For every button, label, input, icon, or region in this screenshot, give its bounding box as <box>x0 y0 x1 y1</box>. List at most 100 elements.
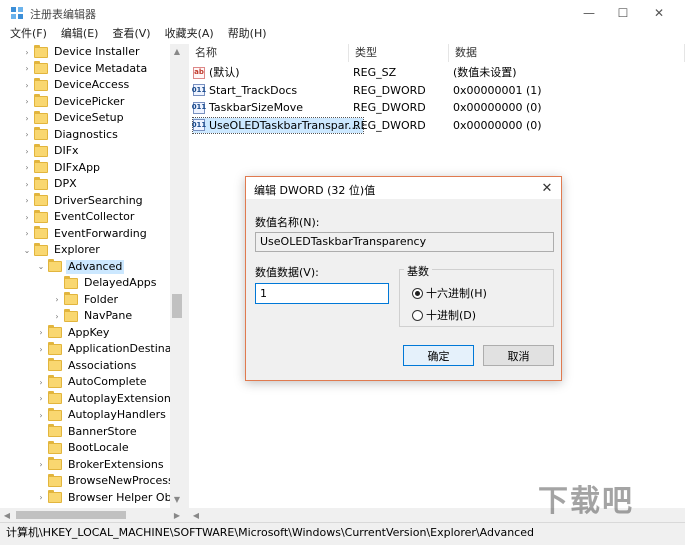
tree-vertical-scrollbar[interactable]: ▲ ▼ <box>170 44 184 508</box>
value-name-cell[interactable]: 011 TaskbarSizeMove <box>192 100 303 115</box>
menu-view[interactable]: 查看(V) <box>112 26 150 44</box>
chevron-right-icon[interactable]: › <box>22 46 32 58</box>
tree-item[interactable]: › EventCollector <box>0 209 172 226</box>
dword-value-icon: 011 <box>192 119 206 131</box>
chevron-right-icon[interactable]: › <box>22 211 32 223</box>
chevron-right-icon[interactable]: › <box>22 162 32 174</box>
chevron-right-icon[interactable] <box>36 426 46 438</box>
tree-hscroll-thumb[interactable] <box>16 511 126 519</box>
tree-item[interactable]: › Folder <box>0 292 172 309</box>
value-row[interactable]: 011 UseOLEDTaskbarTranspar... REG_DWORD 0x0… <box>189 116 685 134</box>
tree-horizontal-scrollbar[interactable]: ◀ ▶ <box>0 508 184 522</box>
tree-item[interactable]: › AutoComplete <box>0 374 172 391</box>
tree-item[interactable]: DelayedApps <box>0 275 172 292</box>
column-header-data[interactable]: 数据 <box>449 44 685 62</box>
ok-button[interactable]: 确定 <box>403 345 474 366</box>
chevron-right-icon[interactable]: › <box>36 376 46 388</box>
chevron-right-icon[interactable]: › <box>36 409 46 421</box>
tree-item[interactable]: › Device Installer <box>0 44 172 61</box>
chevron-right-icon[interactable]: › <box>22 112 32 124</box>
tree-item[interactable]: BannerStore <box>0 424 172 441</box>
value-row[interactable]: 011 TaskbarSizeMove REG_DWORD 0x00000000 (0… <box>189 99 685 116</box>
value-name-cell[interactable]: ab (默认) <box>193 65 240 80</box>
chevron-right-icon[interactable]: › <box>22 228 32 240</box>
tree-scroll-thumb[interactable] <box>172 294 182 318</box>
tree-item[interactable]: › NavPane <box>0 308 172 325</box>
chevron-right-icon[interactable]: › <box>36 459 46 471</box>
chevron-right-icon[interactable] <box>36 360 46 372</box>
tree-item[interactable]: ⌄ Advanced <box>0 259 172 276</box>
tree-item[interactable]: › EventForwarding <box>0 226 172 243</box>
tree-item[interactable]: › AppKey <box>0 325 172 342</box>
value-name-cell[interactable]: 011 Start_TrackDocs <box>192 83 297 98</box>
tree-item[interactable]: › AutoplayExtensions <box>0 391 177 408</box>
chevron-right-icon[interactable]: › <box>52 310 62 322</box>
tree-item[interactable]: › DeviceAccess <box>0 77 172 94</box>
chevron-right-icon[interactable]: › <box>22 63 32 75</box>
chevron-right-icon[interactable]: › <box>36 343 46 355</box>
value-type: REG_DWORD <box>353 101 426 114</box>
maximize-button[interactable]: ☐ <box>604 0 642 26</box>
radio-checked-icon[interactable] <box>412 287 423 299</box>
tree-item[interactable]: › DIFx <box>0 143 172 160</box>
close-button[interactable]: ✕ <box>640 0 678 26</box>
value-name-cell[interactable]: 011 UseOLEDTaskbarTranspar... <box>192 116 364 134</box>
radio-decimal[interactable]: 十进制(D) <box>412 307 476 323</box>
chevron-right-icon[interactable]: › <box>22 178 32 190</box>
column-header-name[interactable]: 名称 <box>189 44 349 62</box>
chevron-right-icon[interactable] <box>36 475 46 487</box>
value-row[interactable]: 011 Start_TrackDocs REG_DWORD 0x00000001 (1… <box>189 82 685 99</box>
scroll-left-arrow-icon[interactable]: ◀ <box>189 508 203 522</box>
tree-item[interactable]: ⌄ Explorer <box>0 242 172 259</box>
tree-item[interactable]: › Browser Helper Obje <box>0 490 181 507</box>
chevron-right-icon[interactable]: › <box>22 145 32 157</box>
folder-icon <box>64 292 78 306</box>
tree-item[interactable]: › DeviceSetup <box>0 110 172 127</box>
status-bar-path: 计算机\HKEY_LOCAL_MACHINE\SOFTWARE\Microsof… <box>0 522 685 545</box>
tree-item[interactable]: › Device Metadata <box>0 61 172 78</box>
minimize-button[interactable]: — <box>570 0 608 26</box>
menu-favorites[interactable]: 收藏夹(A) <box>165 26 214 44</box>
chevron-right-icon[interactable]: › <box>22 96 32 108</box>
tree-item[interactable]: › ApplicationDestination <box>0 341 184 358</box>
tree-item[interactable]: › DIFxApp <box>0 160 172 177</box>
tree-item[interactable]: › Diagnostics <box>0 127 172 144</box>
tree-item-label: BannerStore <box>68 424 137 438</box>
radio-hexadecimal[interactable]: 十六进制(H) <box>412 285 487 301</box>
menu-help[interactable]: 帮助(H) <box>228 26 267 44</box>
scroll-down-arrow-icon[interactable]: ▼ <box>170 492 184 506</box>
chevron-right-icon[interactable]: › <box>22 129 32 141</box>
scroll-right-arrow-icon[interactable]: ▶ <box>170 508 184 522</box>
chevron-down-icon[interactable]: ⌄ <box>36 261 46 273</box>
value-row[interactable]: ab (默认) REG_SZ (数值未设置) <box>189 64 685 81</box>
radio-unchecked-icon[interactable] <box>412 309 423 321</box>
tree-item[interactable]: › DevicePicker <box>0 94 172 111</box>
chevron-right-icon[interactable]: › <box>36 492 46 504</box>
cancel-button[interactable]: 取消 <box>483 345 554 366</box>
value-data-input[interactable] <box>255 283 389 304</box>
dialog-close-icon[interactable]: ✕ <box>539 180 555 196</box>
tree-item[interactable]: BootLocale <box>0 440 172 457</box>
tree-item[interactable]: Associations <box>0 358 172 375</box>
chevron-down-icon[interactable]: ⌄ <box>22 244 32 256</box>
tree-item[interactable]: › BrokerExtensions <box>0 457 172 474</box>
menu-file[interactable]: 文件(F) <box>10 26 47 44</box>
tree-item[interactable]: BrowseNewProcess <box>0 473 174 490</box>
tree-item[interactable]: › DriverSearching <box>0 193 172 210</box>
value-type: REG_DWORD <box>353 118 426 132</box>
tree-item[interactable]: › AutoplayHandlers <box>0 407 172 424</box>
column-header-type[interactable]: 类型 <box>349 44 449 62</box>
registry-key-tree: › Device Installer › Device Metadata › Device… <box>0 44 184 508</box>
chevron-right-icon[interactable]: › <box>36 393 46 405</box>
folder-icon <box>34 176 48 190</box>
menu-edit[interactable]: 编辑(E) <box>61 26 99 44</box>
tree-item[interactable]: › DPX <box>0 176 172 193</box>
chevron-right-icon[interactable] <box>52 277 62 289</box>
scroll-left-arrow-icon[interactable]: ◀ <box>0 508 14 522</box>
chevron-right-icon[interactable]: › <box>22 79 32 91</box>
chevron-right-icon[interactable]: › <box>52 294 62 306</box>
chevron-right-icon[interactable]: › <box>36 327 46 339</box>
chevron-right-icon[interactable] <box>36 442 46 454</box>
scroll-up-arrow-icon[interactable]: ▲ <box>170 44 184 58</box>
chevron-right-icon[interactable]: › <box>22 195 32 207</box>
